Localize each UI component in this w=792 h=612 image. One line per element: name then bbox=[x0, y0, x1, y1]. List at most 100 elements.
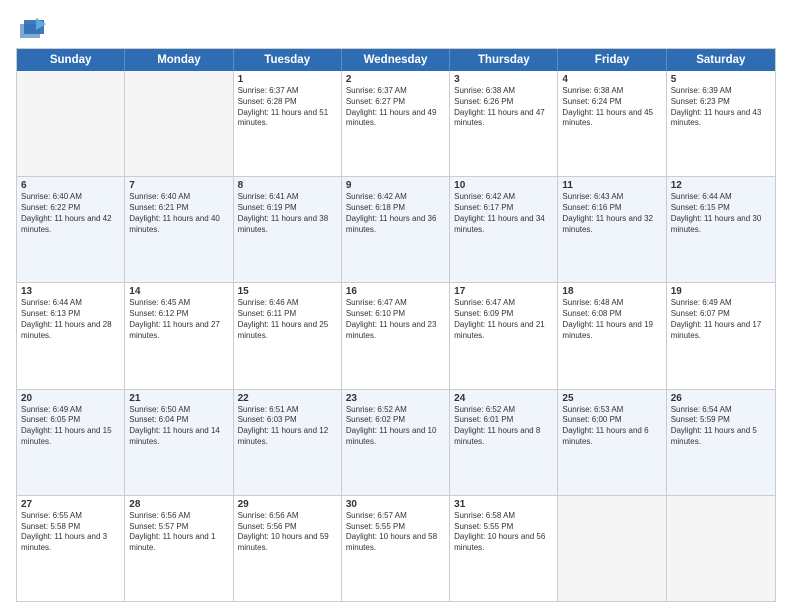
day-number: 11 bbox=[562, 180, 661, 191]
logo bbox=[16, 16, 46, 40]
calendar-week-5: 27Sunrise: 6:55 AM Sunset: 5:58 PM Dayli… bbox=[17, 496, 775, 601]
calendar-cell: 8Sunrise: 6:41 AM Sunset: 6:19 PM Daylig… bbox=[234, 177, 342, 282]
calendar-cell: 6Sunrise: 6:40 AM Sunset: 6:22 PM Daylig… bbox=[17, 177, 125, 282]
header-day-monday: Monday bbox=[125, 49, 233, 71]
calendar-week-4: 20Sunrise: 6:49 AM Sunset: 6:05 PM Dayli… bbox=[17, 390, 775, 496]
header-day-friday: Friday bbox=[558, 49, 666, 71]
calendar-cell: 11Sunrise: 6:43 AM Sunset: 6:16 PM Dayli… bbox=[558, 177, 666, 282]
cell-details: Sunrise: 6:56 AM Sunset: 5:57 PM Dayligh… bbox=[129, 511, 228, 554]
cell-details: Sunrise: 6:46 AM Sunset: 6:11 PM Dayligh… bbox=[238, 298, 337, 341]
calendar-cell: 30Sunrise: 6:57 AM Sunset: 5:55 PM Dayli… bbox=[342, 496, 450, 601]
cell-details: Sunrise: 6:41 AM Sunset: 6:19 PM Dayligh… bbox=[238, 192, 337, 235]
day-number: 20 bbox=[21, 393, 120, 404]
cell-details: Sunrise: 6:37 AM Sunset: 6:28 PM Dayligh… bbox=[238, 86, 337, 129]
header-day-saturday: Saturday bbox=[667, 49, 775, 71]
header-day-wednesday: Wednesday bbox=[342, 49, 450, 71]
logo-icon bbox=[16, 16, 44, 40]
day-number: 16 bbox=[346, 286, 445, 297]
calendar-cell bbox=[125, 71, 233, 176]
day-number: 14 bbox=[129, 286, 228, 297]
cell-details: Sunrise: 6:49 AM Sunset: 6:07 PM Dayligh… bbox=[671, 298, 771, 341]
day-number: 7 bbox=[129, 180, 228, 191]
cell-details: Sunrise: 6:52 AM Sunset: 6:02 PM Dayligh… bbox=[346, 405, 445, 448]
cell-details: Sunrise: 6:53 AM Sunset: 6:00 PM Dayligh… bbox=[562, 405, 661, 448]
day-number: 29 bbox=[238, 499, 337, 510]
header bbox=[16, 16, 776, 40]
calendar-cell: 18Sunrise: 6:48 AM Sunset: 6:08 PM Dayli… bbox=[558, 283, 666, 388]
day-number: 23 bbox=[346, 393, 445, 404]
calendar-cell: 26Sunrise: 6:54 AM Sunset: 5:59 PM Dayli… bbox=[667, 390, 775, 495]
cell-details: Sunrise: 6:51 AM Sunset: 6:03 PM Dayligh… bbox=[238, 405, 337, 448]
cell-details: Sunrise: 6:37 AM Sunset: 6:27 PM Dayligh… bbox=[346, 86, 445, 129]
cell-details: Sunrise: 6:55 AM Sunset: 5:58 PM Dayligh… bbox=[21, 511, 120, 554]
calendar-cell: 10Sunrise: 6:42 AM Sunset: 6:17 PM Dayli… bbox=[450, 177, 558, 282]
cell-details: Sunrise: 6:38 AM Sunset: 6:26 PM Dayligh… bbox=[454, 86, 553, 129]
day-number: 10 bbox=[454, 180, 553, 191]
calendar-cell: 3Sunrise: 6:38 AM Sunset: 6:26 PM Daylig… bbox=[450, 71, 558, 176]
page-container: SundayMondayTuesdayWednesdayThursdayFrid… bbox=[0, 0, 792, 612]
calendar-cell: 16Sunrise: 6:47 AM Sunset: 6:10 PM Dayli… bbox=[342, 283, 450, 388]
day-number: 26 bbox=[671, 393, 771, 404]
calendar-cell: 17Sunrise: 6:47 AM Sunset: 6:09 PM Dayli… bbox=[450, 283, 558, 388]
header-day-sunday: Sunday bbox=[17, 49, 125, 71]
cell-details: Sunrise: 6:43 AM Sunset: 6:16 PM Dayligh… bbox=[562, 192, 661, 235]
day-number: 30 bbox=[346, 499, 445, 510]
day-number: 25 bbox=[562, 393, 661, 404]
calendar-week-3: 13Sunrise: 6:44 AM Sunset: 6:13 PM Dayli… bbox=[17, 283, 775, 389]
calendar-cell: 23Sunrise: 6:52 AM Sunset: 6:02 PM Dayli… bbox=[342, 390, 450, 495]
cell-details: Sunrise: 6:50 AM Sunset: 6:04 PM Dayligh… bbox=[129, 405, 228, 448]
calendar-cell: 12Sunrise: 6:44 AM Sunset: 6:15 PM Dayli… bbox=[667, 177, 775, 282]
cell-details: Sunrise: 6:40 AM Sunset: 6:21 PM Dayligh… bbox=[129, 192, 228, 235]
cell-details: Sunrise: 6:48 AM Sunset: 6:08 PM Dayligh… bbox=[562, 298, 661, 341]
day-number: 28 bbox=[129, 499, 228, 510]
day-number: 22 bbox=[238, 393, 337, 404]
day-number: 24 bbox=[454, 393, 553, 404]
day-number: 21 bbox=[129, 393, 228, 404]
day-number: 5 bbox=[671, 74, 771, 85]
calendar-cell: 31Sunrise: 6:58 AM Sunset: 5:55 PM Dayli… bbox=[450, 496, 558, 601]
day-number: 1 bbox=[238, 74, 337, 85]
calendar-cell: 20Sunrise: 6:49 AM Sunset: 6:05 PM Dayli… bbox=[17, 390, 125, 495]
calendar-header: SundayMondayTuesdayWednesdayThursdayFrid… bbox=[17, 49, 775, 71]
cell-details: Sunrise: 6:44 AM Sunset: 6:15 PM Dayligh… bbox=[671, 192, 771, 235]
calendar-cell: 15Sunrise: 6:46 AM Sunset: 6:11 PM Dayli… bbox=[234, 283, 342, 388]
calendar-cell bbox=[17, 71, 125, 176]
calendar: SundayMondayTuesdayWednesdayThursdayFrid… bbox=[16, 48, 776, 602]
day-number: 9 bbox=[346, 180, 445, 191]
cell-details: Sunrise: 6:58 AM Sunset: 5:55 PM Dayligh… bbox=[454, 511, 553, 554]
calendar-cell: 27Sunrise: 6:55 AM Sunset: 5:58 PM Dayli… bbox=[17, 496, 125, 601]
calendar-cell bbox=[558, 496, 666, 601]
calendar-cell: 1Sunrise: 6:37 AM Sunset: 6:28 PM Daylig… bbox=[234, 71, 342, 176]
calendar-cell: 5Sunrise: 6:39 AM Sunset: 6:23 PM Daylig… bbox=[667, 71, 775, 176]
day-number: 18 bbox=[562, 286, 661, 297]
day-number: 19 bbox=[671, 286, 771, 297]
calendar-cell: 14Sunrise: 6:45 AM Sunset: 6:12 PM Dayli… bbox=[125, 283, 233, 388]
cell-details: Sunrise: 6:54 AM Sunset: 5:59 PM Dayligh… bbox=[671, 405, 771, 448]
cell-details: Sunrise: 6:38 AM Sunset: 6:24 PM Dayligh… bbox=[562, 86, 661, 129]
calendar-body: 1Sunrise: 6:37 AM Sunset: 6:28 PM Daylig… bbox=[17, 71, 775, 601]
calendar-week-2: 6Sunrise: 6:40 AM Sunset: 6:22 PM Daylig… bbox=[17, 177, 775, 283]
day-number: 6 bbox=[21, 180, 120, 191]
day-number: 15 bbox=[238, 286, 337, 297]
cell-details: Sunrise: 6:47 AM Sunset: 6:10 PM Dayligh… bbox=[346, 298, 445, 341]
calendar-cell: 25Sunrise: 6:53 AM Sunset: 6:00 PM Dayli… bbox=[558, 390, 666, 495]
day-number: 8 bbox=[238, 180, 337, 191]
day-number: 17 bbox=[454, 286, 553, 297]
cell-details: Sunrise: 6:40 AM Sunset: 6:22 PM Dayligh… bbox=[21, 192, 120, 235]
calendar-cell: 7Sunrise: 6:40 AM Sunset: 6:21 PM Daylig… bbox=[125, 177, 233, 282]
day-number: 27 bbox=[21, 499, 120, 510]
calendar-cell: 19Sunrise: 6:49 AM Sunset: 6:07 PM Dayli… bbox=[667, 283, 775, 388]
header-day-tuesday: Tuesday bbox=[234, 49, 342, 71]
cell-details: Sunrise: 6:39 AM Sunset: 6:23 PM Dayligh… bbox=[671, 86, 771, 129]
day-number: 12 bbox=[671, 180, 771, 191]
cell-details: Sunrise: 6:44 AM Sunset: 6:13 PM Dayligh… bbox=[21, 298, 120, 341]
cell-details: Sunrise: 6:57 AM Sunset: 5:55 PM Dayligh… bbox=[346, 511, 445, 554]
calendar-cell: 22Sunrise: 6:51 AM Sunset: 6:03 PM Dayli… bbox=[234, 390, 342, 495]
cell-details: Sunrise: 6:56 AM Sunset: 5:56 PM Dayligh… bbox=[238, 511, 337, 554]
day-number: 4 bbox=[562, 74, 661, 85]
cell-details: Sunrise: 6:45 AM Sunset: 6:12 PM Dayligh… bbox=[129, 298, 228, 341]
calendar-cell: 13Sunrise: 6:44 AM Sunset: 6:13 PM Dayli… bbox=[17, 283, 125, 388]
cell-details: Sunrise: 6:42 AM Sunset: 6:18 PM Dayligh… bbox=[346, 192, 445, 235]
header-day-thursday: Thursday bbox=[450, 49, 558, 71]
calendar-cell: 9Sunrise: 6:42 AM Sunset: 6:18 PM Daylig… bbox=[342, 177, 450, 282]
